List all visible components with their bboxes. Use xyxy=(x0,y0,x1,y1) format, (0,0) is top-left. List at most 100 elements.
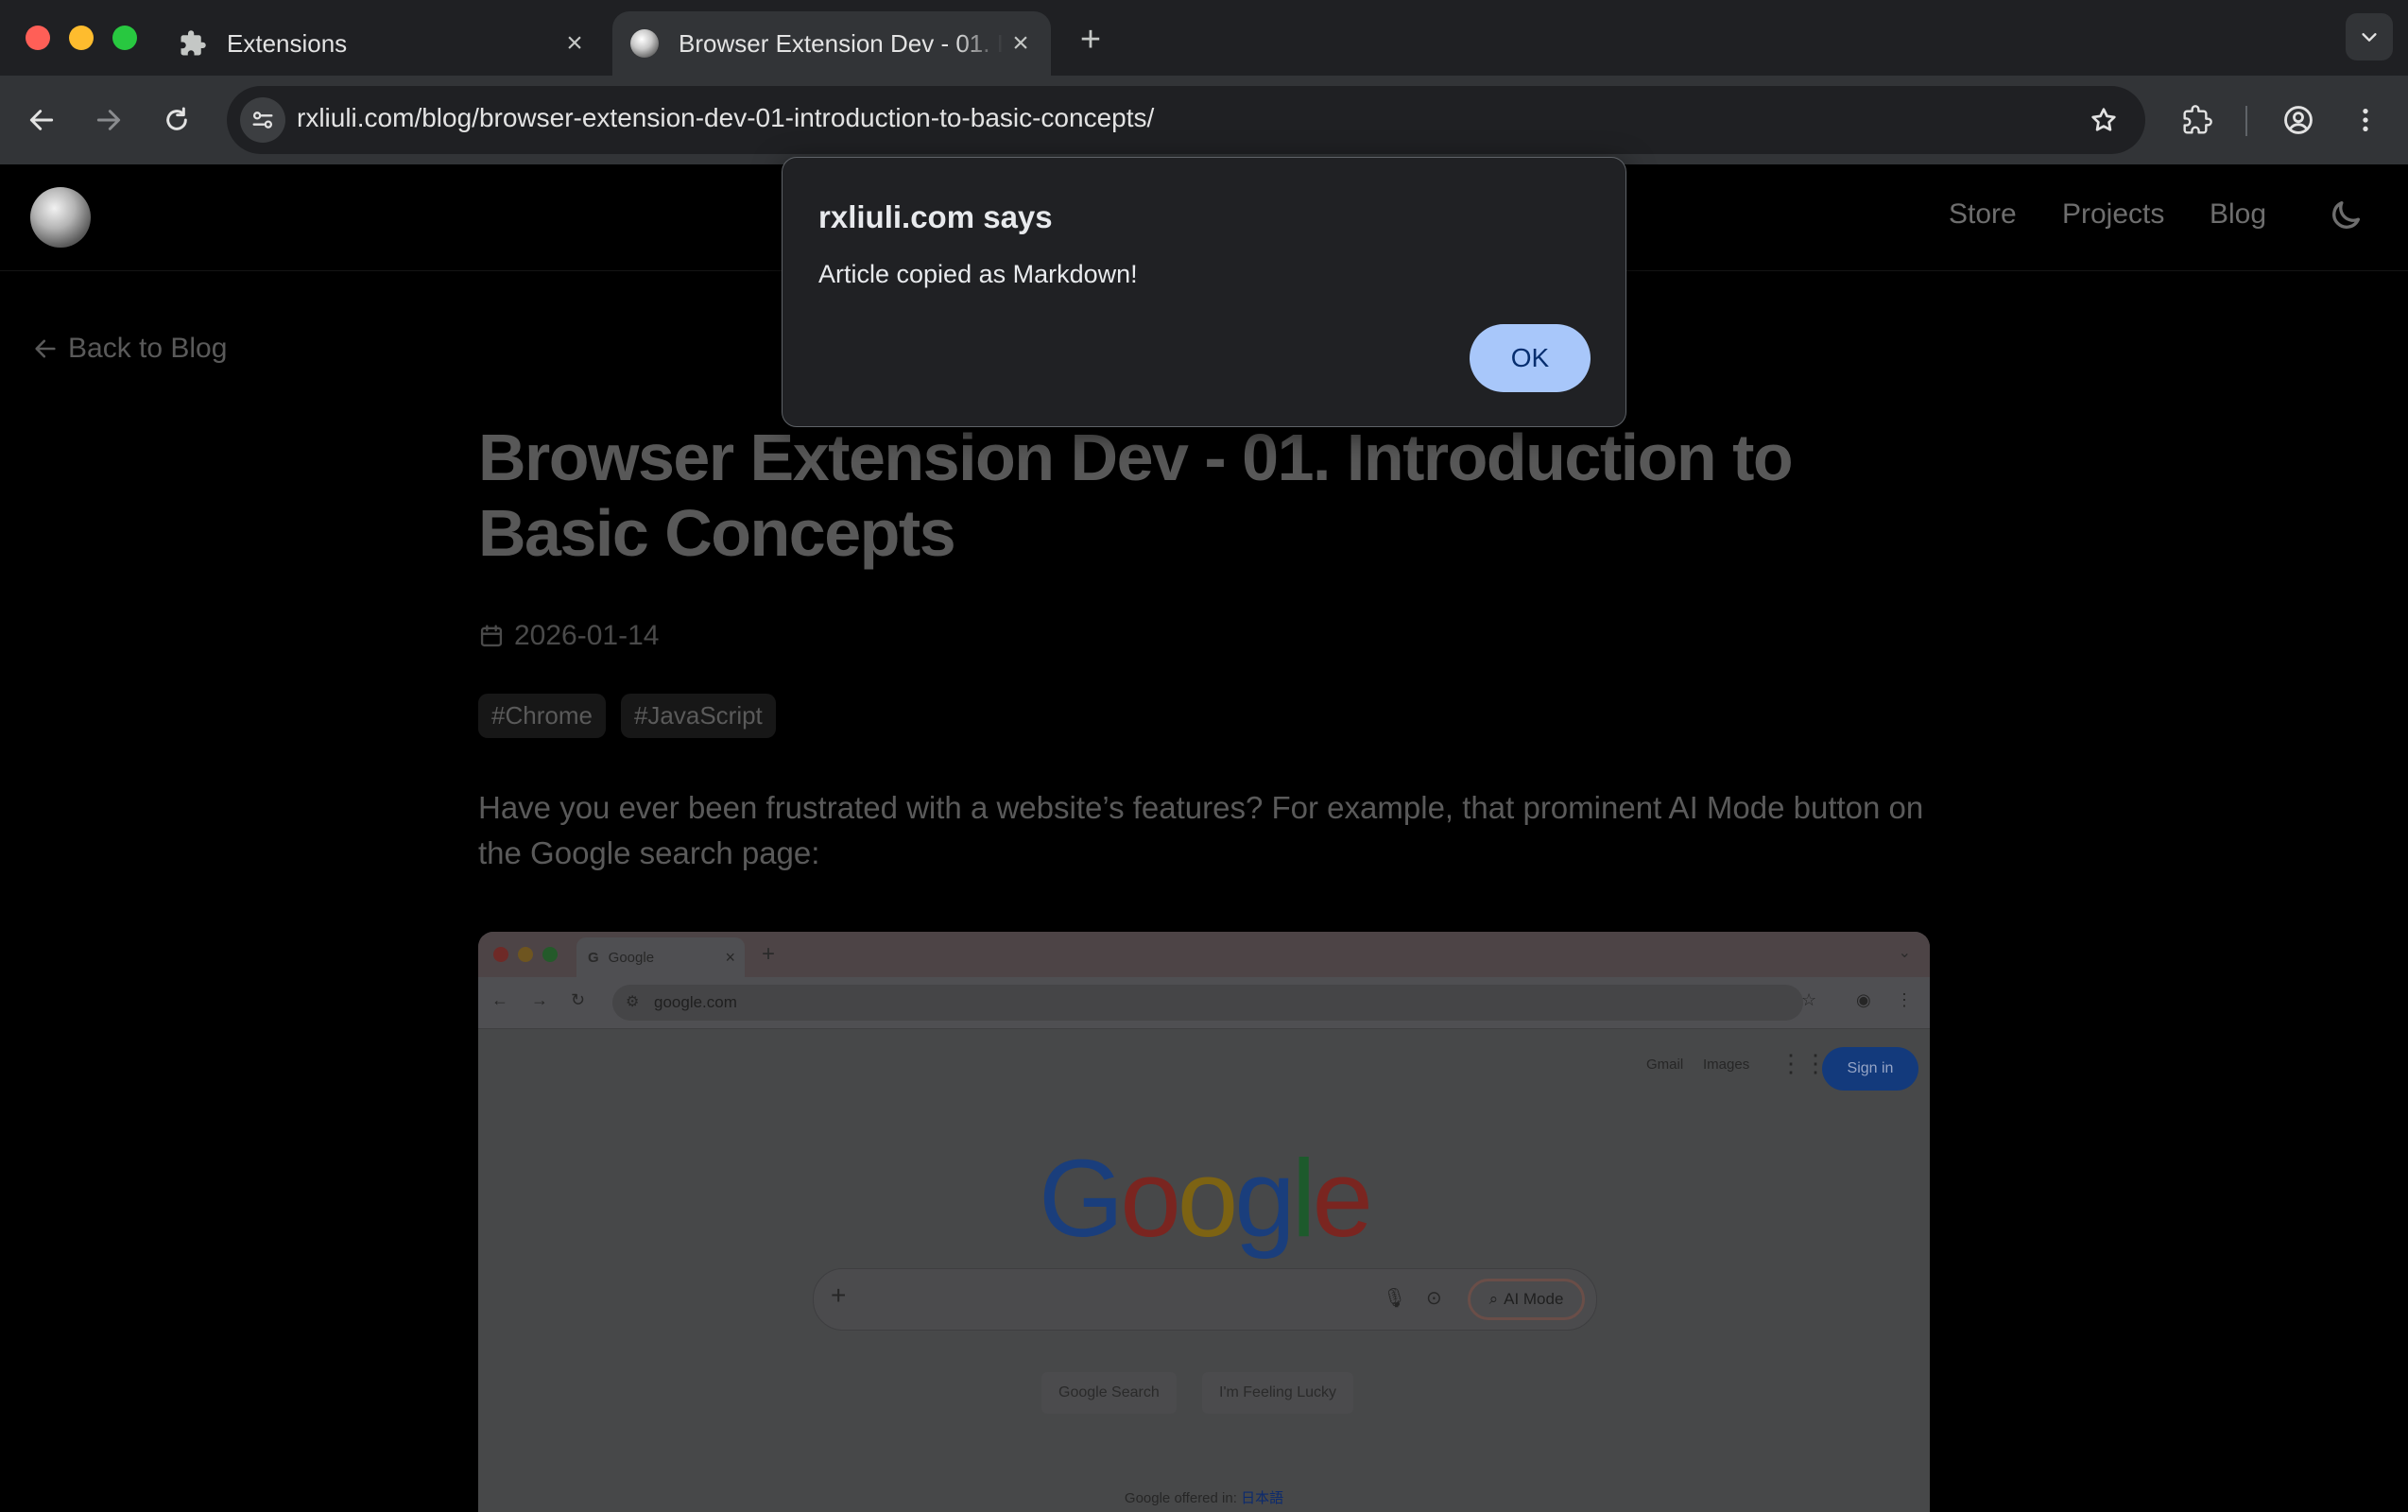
apps-grid-icon: ⋮⋮ xyxy=(1779,1049,1828,1077)
more-vertical-icon xyxy=(2363,109,2368,131)
avatar[interactable] xyxy=(30,187,91,248)
close-icon: × xyxy=(725,947,735,967)
microphone-icon: 🎙 xyxy=(1383,1288,1407,1309)
google-logo-letters: Google xyxy=(1038,1137,1373,1260)
offered-language-link: 日本語 xyxy=(1241,1490,1284,1506)
date-text: 2026-01-14 xyxy=(514,620,660,651)
plus-icon: + xyxy=(831,1280,847,1310)
account-circle-icon xyxy=(2284,106,2313,134)
arrow-right-icon: → xyxy=(531,990,548,1009)
url-text: rxliuli.com/blog/browser-extension-dev-0… xyxy=(297,103,1155,132)
chevron-down-icon xyxy=(2362,33,2377,42)
tab-strip: Extensions × Browser Extension Dev - 01.… xyxy=(0,0,2408,76)
search-sparkle-icon: ⌕ xyxy=(1488,1290,1499,1308)
arrow-left-icon xyxy=(35,339,56,358)
reload-button[interactable] xyxy=(151,94,202,146)
more-vertical-icon: ⋮ xyxy=(1896,990,1913,1009)
puzzle-icon xyxy=(2183,105,2212,134)
offered-in-text: Google offered in: 日本語 xyxy=(478,1487,1930,1507)
arrow-left-icon xyxy=(29,110,54,130)
dialog-message: Article copied as Markdown! xyxy=(818,260,1138,288)
toolbar-divider xyxy=(2245,106,2247,136)
site-favicon-icon xyxy=(628,26,662,60)
article-date: 2026-01-14 xyxy=(478,620,1934,652)
nav-link-blog[interactable]: Blog xyxy=(2210,198,2266,231)
camera-lens-icon: ⊙ xyxy=(1426,1288,1442,1309)
site-settings-icon[interactable] xyxy=(240,97,285,143)
google-logo: Google xyxy=(478,1135,1930,1262)
google-logo-letter: o xyxy=(1177,1137,1238,1260)
dialog-title: rxliuli.com says xyxy=(818,199,1053,234)
google-favicon-icon: G xyxy=(588,949,599,966)
moon-icon xyxy=(2332,201,2360,229)
reload-icon: ↻ xyxy=(571,990,586,1009)
back-to-blog-link[interactable]: Back to Blog xyxy=(32,333,227,365)
profile-button[interactable] xyxy=(2273,94,2324,146)
images-link: Images xyxy=(1703,1057,1750,1073)
offered-label: Google offered in: xyxy=(1124,1490,1237,1506)
tab-search-button[interactable] xyxy=(2346,13,2393,60)
puzzle-icon xyxy=(176,26,210,60)
google-logo-letter: l xyxy=(1291,1137,1316,1260)
screenshot-min-dot xyxy=(518,947,533,962)
forward-button[interactable] xyxy=(83,94,134,146)
address-bar[interactable]: rxliuli.com/blog/browser-extension-dev-0… xyxy=(227,86,2145,154)
article-title: Browser Extension Dev - 01. Introduction… xyxy=(478,421,1794,570)
article-paragraph: Have you ever been frustrated with a web… xyxy=(478,790,1924,870)
google-logo-letter: e xyxy=(1312,1137,1373,1260)
screenshot-max-dot xyxy=(542,947,558,962)
tag-list: #Chrome #JavaScript xyxy=(478,694,1934,738)
browser-menu-button[interactable] xyxy=(2340,94,2391,146)
account-circle-icon: ◉ xyxy=(1856,990,1871,1009)
feeling-lucky-button: I'm Feeling Lucky xyxy=(1202,1372,1353,1414)
theme-toggle-button[interactable] xyxy=(2327,197,2368,238)
close-tab-icon[interactable]: × xyxy=(558,26,592,60)
back-button[interactable] xyxy=(16,94,67,146)
screenshot-tab-title: Google xyxy=(608,949,655,966)
ok-button[interactable]: OK xyxy=(1470,324,1591,392)
tab-extensions[interactable]: Extensions × xyxy=(161,11,605,76)
close-tab-icon[interactable]: × xyxy=(1004,26,1038,60)
screenshot-url: google.com xyxy=(654,993,737,1011)
google-logo-letter: g xyxy=(1234,1137,1295,1260)
tag-chrome[interactable]: #Chrome xyxy=(478,694,606,738)
screenshot-tab: G Google × xyxy=(576,937,745,977)
tab-blog-article[interactable]: Browser Extension Dev - 01. Introduction… xyxy=(612,11,1051,76)
google-search-button: Google Search xyxy=(1041,1372,1177,1414)
arrow-right-icon xyxy=(96,110,121,130)
screenshot-close-dot xyxy=(493,947,508,962)
extensions-button[interactable] xyxy=(2172,94,2223,146)
article: Browser Extension Dev - 01. Introduction… xyxy=(478,420,1934,907)
new-tab-button[interactable]: + xyxy=(1070,19,1111,60)
screenshot-tabstrip: G Google × + ⌄ xyxy=(478,932,1930,977)
maximize-window-button[interactable] xyxy=(112,26,137,50)
screenshot-toolbar: ← → ↻ ⚙ google.com ☆ ◉ ⋮ xyxy=(478,977,1930,1029)
screenshot-address-bar: ⚙ google.com xyxy=(612,985,1803,1021)
plus-icon: + xyxy=(762,941,776,967)
reload-icon xyxy=(166,107,187,130)
tab-title: Extensions xyxy=(227,28,348,58)
alert-dialog: rxliuli.com says Article copied as Markd… xyxy=(782,157,1626,427)
chevron-down-icon: ⌄ xyxy=(1898,945,1911,961)
tag-javascript[interactable]: #JavaScript xyxy=(620,694,776,738)
tab-title: Browser Extension Dev - 01. Introduction… xyxy=(679,28,1004,58)
nav-link-store[interactable]: Store xyxy=(1949,198,2017,231)
gmail-link: Gmail xyxy=(1646,1057,1684,1073)
browser-toolbar: rxliuli.com/blog/browser-extension-dev-0… xyxy=(0,76,2408,164)
site-settings-icon: ⚙ xyxy=(626,994,640,1010)
arrow-left-icon: ← xyxy=(491,990,508,1009)
screenshot-search-box: + 🎙 ⊙ ⌕ AI Mode xyxy=(813,1268,1597,1331)
article-screenshot-image: G Google × + ⌄ ← → ↻ ⚙ google.com ☆ ◉ ⋮ … xyxy=(478,932,1930,1512)
bookmark-star-icon[interactable] xyxy=(2079,95,2128,145)
google-logo-letter: o xyxy=(1120,1137,1180,1260)
calendar-icon xyxy=(480,625,503,647)
screenshot-sign-in-button: Sign in xyxy=(1822,1047,1918,1091)
back-to-blog-label: Back to Blog xyxy=(68,333,228,364)
ai-mode-button: ⌕ AI Mode xyxy=(1468,1279,1585,1320)
minimize-window-button[interactable] xyxy=(69,26,94,50)
nav-link-projects[interactable]: Projects xyxy=(2062,198,2164,231)
bookmark-star-icon: ☆ xyxy=(1801,990,1817,1009)
close-window-button[interactable] xyxy=(26,26,50,50)
google-logo-letter: G xyxy=(1038,1137,1124,1260)
ai-mode-label: AI Mode xyxy=(1504,1290,1564,1308)
